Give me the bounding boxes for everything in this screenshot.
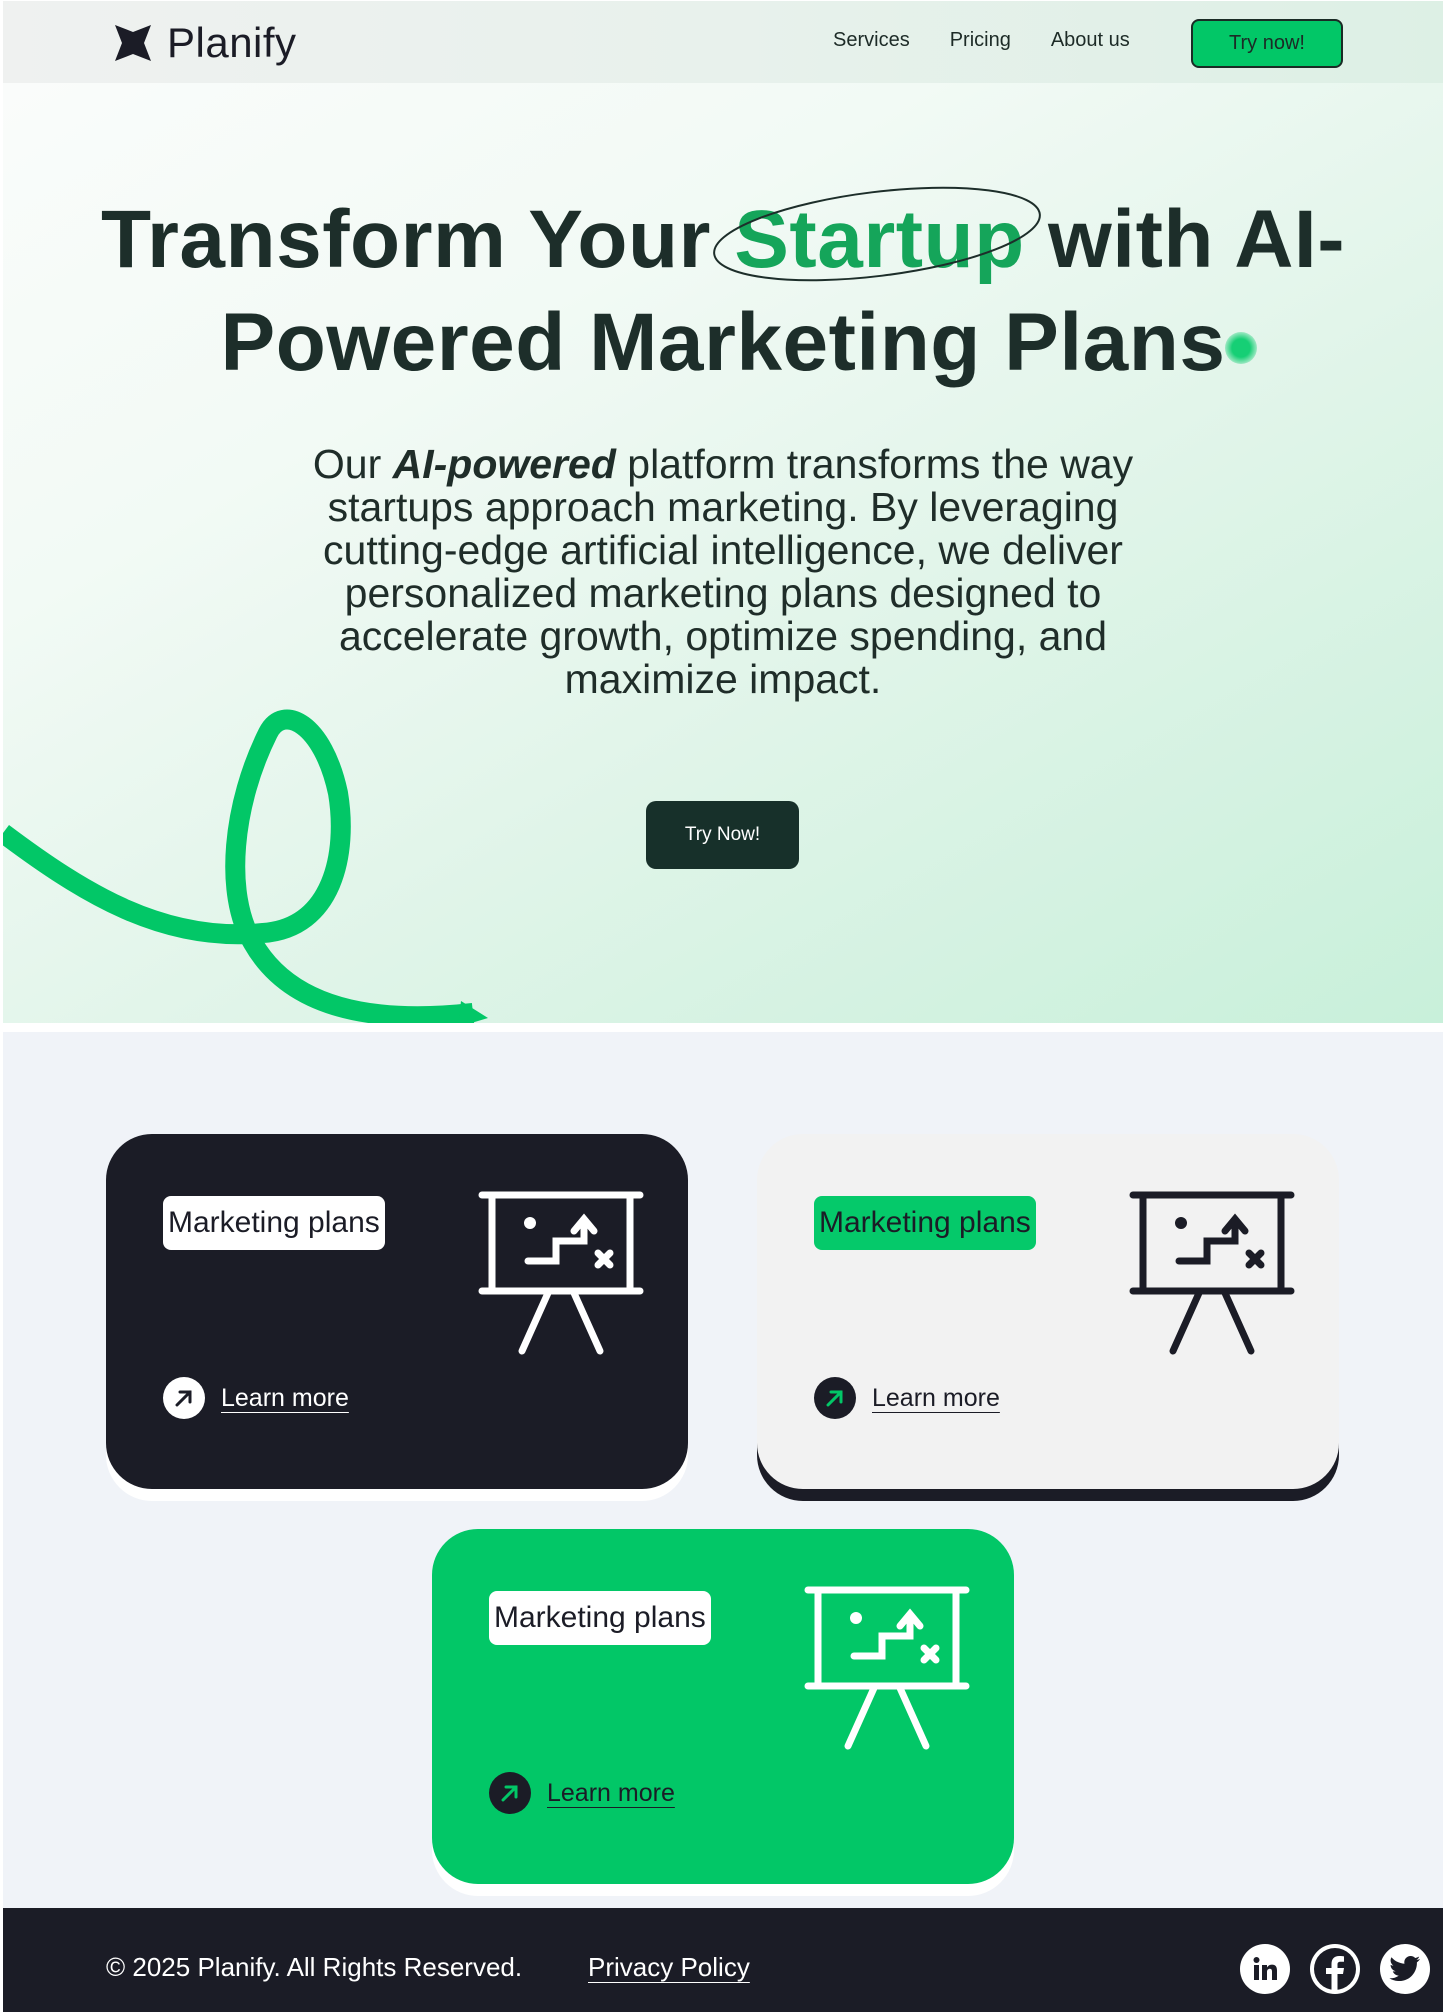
- footer: © 2025 Planify. All Rights Reserved. Pri…: [3, 1908, 1443, 2012]
- learn-more-link[interactable]: Learn more: [163, 1377, 349, 1419]
- learn-more-label: Learn more: [547, 1778, 675, 1807]
- try-now-nav-button[interactable]: Try now!: [1191, 19, 1343, 68]
- learn-more-label: Learn more: [221, 1383, 349, 1412]
- hero-title: Transform Your Startup with AI-Powered M…: [43, 186, 1403, 394]
- copyright-text: © 2025 Planify. All Rights Reserved.: [106, 1952, 523, 1982]
- learn-more-link[interactable]: Learn more: [814, 1377, 1000, 1419]
- nav-link-about-us[interactable]: About us: [1051, 29, 1130, 52]
- hero-section: Transform Your Startup with AI-Powered M…: [3, 83, 1443, 1023]
- learn-more-label: Learn more: [872, 1383, 1000, 1412]
- twitter-icon[interactable]: [1380, 1944, 1430, 1994]
- hero-desc-emphasis: AI-powered: [392, 441, 616, 487]
- four-point-star-icon: [115, 25, 151, 61]
- scribble-ellipse-icon: [713, 186, 1042, 282]
- hero-title-start: Transform Your: [100, 194, 735, 285]
- nav-links: Services Pricing About us: [833, 29, 1130, 52]
- social-links: [1240, 1944, 1430, 1994]
- presentation-easel-icon: [1129, 1191, 1295, 1355]
- nav-link-pricing[interactable]: Pricing: [950, 29, 1011, 52]
- hero-desc-start: Our: [312, 441, 393, 487]
- card-tag: Marketing plans: [814, 1196, 1036, 1250]
- facebook-icon[interactable]: [1310, 1944, 1360, 1994]
- presentation-easel-icon: [478, 1191, 644, 1355]
- arrow-up-right-icon: [814, 1377, 856, 1419]
- nav-link-services[interactable]: Services: [833, 29, 910, 52]
- arrow-up-right-icon: [163, 1377, 205, 1419]
- card-tag: Marketing plans: [489, 1591, 711, 1645]
- card-tag: Marketing plans: [163, 1196, 385, 1250]
- brand-logo[interactable]: Planify: [113, 19, 297, 67]
- hero-title-accent: Startup: [713, 186, 1042, 291]
- presentation-easel-icon: [804, 1586, 970, 1750]
- hero-description: Our AI-powered platform transforms the w…: [303, 443, 1143, 701]
- linkedin-icon[interactable]: [1240, 1944, 1290, 1994]
- feature-card-light: Marketing plans Learn more: [757, 1134, 1339, 1501]
- feature-cards-section: Marketing plans Learn more Marketing pla…: [3, 1032, 1443, 1908]
- try-now-hero-button[interactable]: Try Now!: [646, 801, 799, 869]
- brand-name: Planify: [167, 19, 297, 66]
- learn-more-link[interactable]: Learn more: [489, 1772, 675, 1814]
- feature-card-dark: Marketing plans Learn more: [106, 1134, 688, 1501]
- top-navigation: Planify Services Pricing About us Try no…: [3, 1, 1443, 83]
- feature-card-green: Marketing plans Learn more: [432, 1529, 1014, 1896]
- privacy-policy-link[interactable]: Privacy Policy: [588, 1952, 750, 1983]
- green-glow-dot: [1225, 332, 1257, 364]
- arrow-up-right-icon: [489, 1772, 531, 1814]
